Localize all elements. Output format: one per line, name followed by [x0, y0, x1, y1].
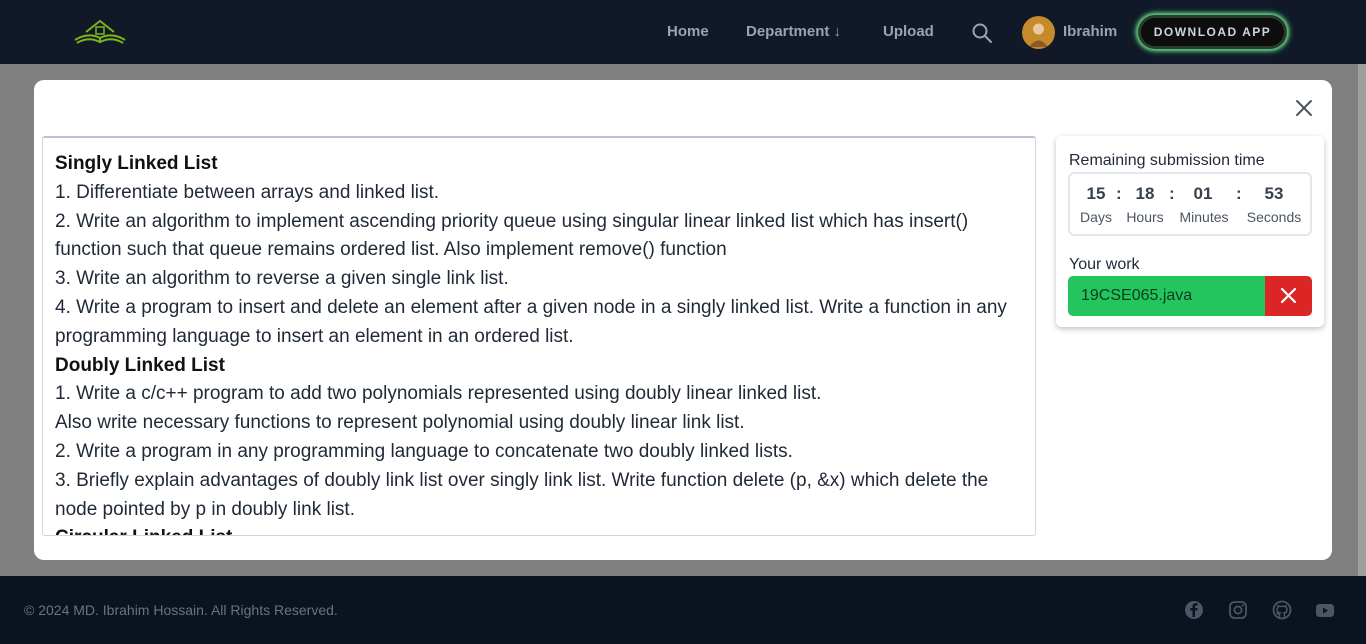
user-name[interactable]: Ibrahim	[1063, 23, 1117, 41]
question-item: 1. Write a c/c++ program to add two poly…	[55, 383, 822, 405]
youtube-icon[interactable]	[1315, 600, 1335, 620]
book-house-logo-icon[interactable]	[72, 18, 128, 46]
instagram-icon[interactable]	[1228, 600, 1248, 620]
nav-link-upload[interactable]: Upload	[883, 23, 934, 41]
github-icon[interactable]	[1272, 600, 1292, 620]
remaining-time-label: Remaining submission time	[1069, 152, 1265, 169]
nav-link-home[interactable]: Home	[667, 23, 709, 41]
timer-seconds-label: Seconds	[1246, 209, 1302, 225]
timer-hours: 18	[1135, 184, 1155, 203]
question-item: 2. Write a program in any programming la…	[55, 440, 793, 462]
question-item: 4. Write a program to insert and delete …	[55, 296, 1007, 347]
close-icon	[1280, 287, 1297, 304]
your-work-label: Your work	[1069, 256, 1140, 273]
timer-minutes: 01	[1193, 184, 1213, 203]
timer-days-label: Days	[1080, 209, 1112, 225]
timer-separator: :	[1169, 184, 1175, 203]
timer-seconds: 53	[1264, 184, 1284, 203]
section-heading: Singly Linked List	[55, 153, 218, 174]
search-icon[interactable]	[971, 22, 993, 44]
copyright-text: © 2024 MD. Ibrahim Hossain. All Rights R…	[24, 602, 338, 618]
section-heading: Circular Linked List	[55, 524, 1023, 535]
question-item: 2. Write an algorithm to implement ascen…	[55, 210, 969, 261]
timer-days: 15	[1086, 184, 1106, 203]
nav-link-department[interactable]: Department ↓	[746, 23, 841, 41]
timer-hours-label: Hours	[1126, 209, 1164, 225]
timer-minutes-label: Minutes	[1179, 209, 1229, 225]
page-scrollbar[interactable]	[1358, 64, 1366, 576]
facebook-icon[interactable]	[1184, 600, 1204, 620]
remove-file-button[interactable]	[1265, 276, 1312, 316]
assignment-modal: Singly Linked List 1. Differentiate betwe…	[34, 80, 1332, 560]
submission-panel: Remaining submission time 15 : 18 : 01 :…	[1056, 136, 1324, 327]
assignment-content[interactable]: Singly Linked List 1. Differentiate betwe…	[42, 136, 1036, 536]
top-navbar: Home Department ↓ Upload Ibrahim DOWNLOA…	[0, 0, 1366, 64]
download-app-button[interactable]: DOWNLOAD APP	[1138, 15, 1287, 49]
timer-separator: :	[1116, 184, 1122, 203]
site-footer: © 2024 MD. Ibrahim Hossain. All Rights R…	[0, 576, 1366, 644]
submitted-file[interactable]: 19CSE065.java	[1068, 276, 1265, 316]
countdown-timer: 15 : 18 : 01 : 53 Days Hours Minutes Sec…	[1068, 172, 1312, 236]
question-item: 3. Briefly explain advantages of doubly …	[55, 469, 989, 520]
user-avatar-icon[interactable]	[1022, 16, 1055, 49]
question-item: 1. Differentiate between arrays and link…	[55, 181, 440, 203]
section-heading: Doubly Linked List	[55, 354, 225, 376]
question-item: 3. Write an algorithm to reverse a given…	[55, 268, 509, 290]
timer-separator: :	[1236, 184, 1242, 203]
question-item: Also write necessary functions to repres…	[55, 412, 745, 434]
close-icon[interactable]	[1292, 96, 1316, 120]
